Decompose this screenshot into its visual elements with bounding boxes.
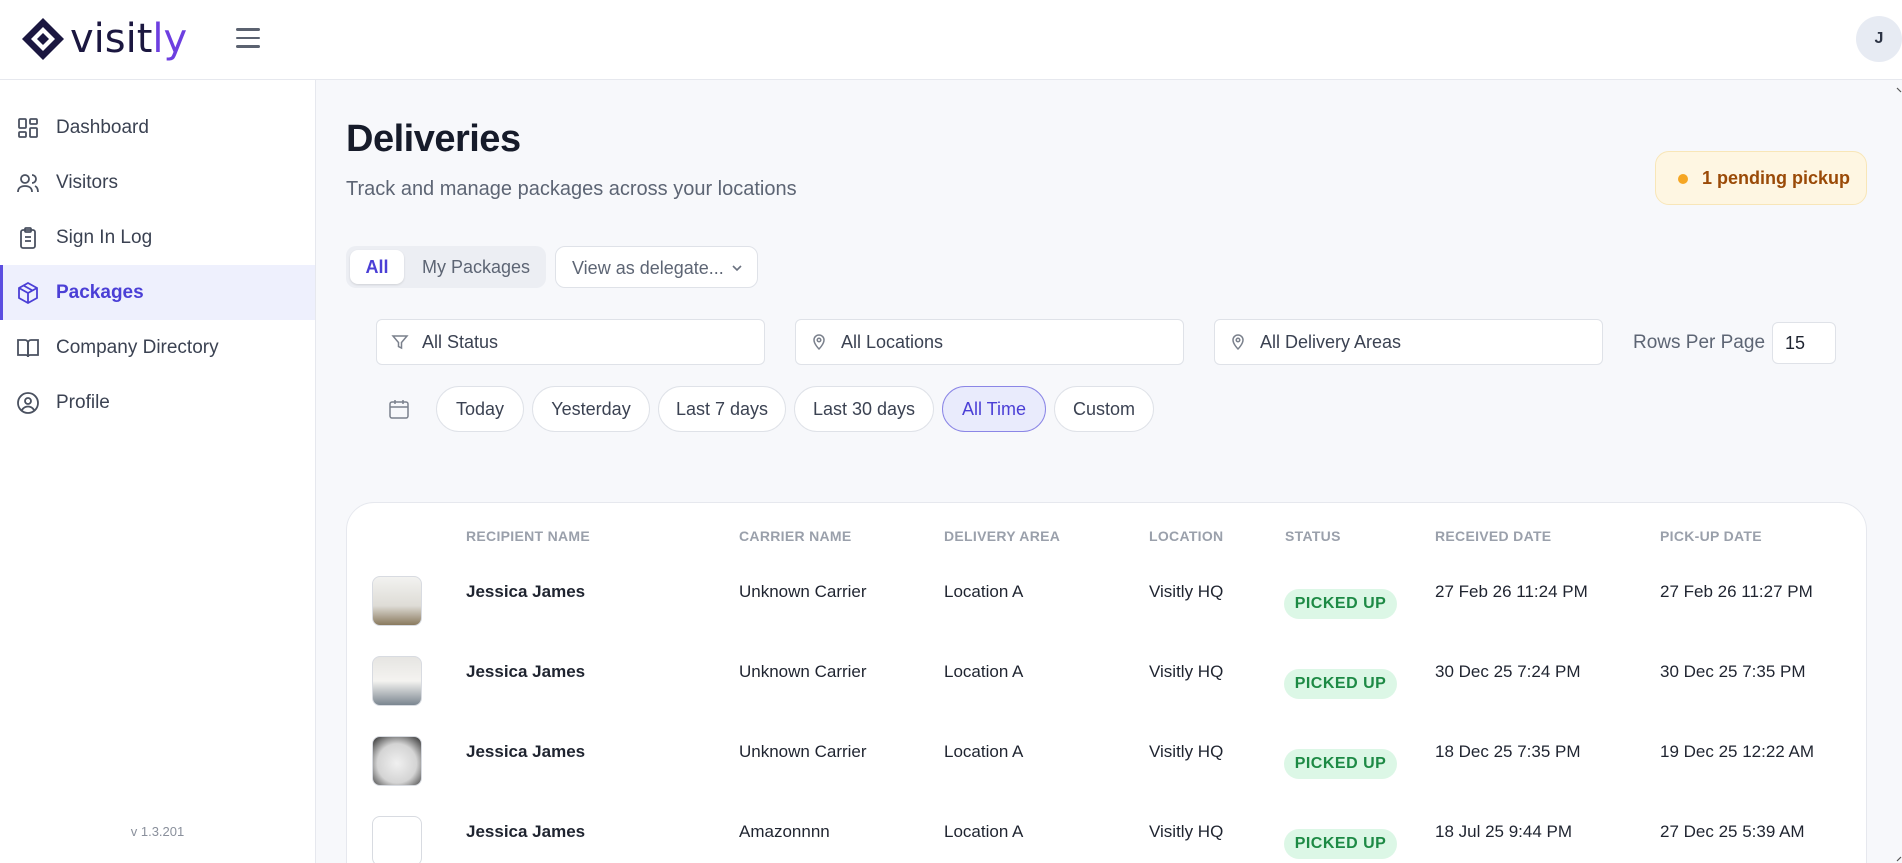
sidebar-item-label: Visitors <box>56 171 118 193</box>
sidebar-item-label: Company Directory <box>56 336 219 358</box>
page-scrollbar[interactable] <box>1896 86 1902 863</box>
page-title: Deliveries <box>346 118 521 160</box>
location-filter[interactable]: All Locations <box>795 319 1184 365</box>
sidebar-item-label: Profile <box>56 391 110 413</box>
pickup-date: 19 Dec 25 12:22 AM <box>1660 742 1815 761</box>
sidebar-item-visitors[interactable]: Visitors <box>0 155 315 210</box>
carrier-name: Unknown Carrier <box>739 662 867 681</box>
sidebar-item-company-directory[interactable]: Company Directory <box>0 320 315 375</box>
location: Visitly HQ <box>1149 582 1224 601</box>
sidebar-item-label: Sign In Log <box>56 226 153 248</box>
clipboard-icon <box>20 226 36 249</box>
rows-per-page-input[interactable] <box>1772 322 1836 364</box>
tab-my-packages[interactable]: My Packages <box>412 250 540 284</box>
carrier-name: Unknown Carrier <box>739 742 867 761</box>
status-badge: PICKED UP <box>1284 589 1397 619</box>
column-header-received-date[interactable]: RECEIVED DATE <box>1435 528 1551 544</box>
sidebar: Dashboard Visitors Sign In Log Packages … <box>0 80 316 863</box>
pickup-date: 27 Feb 26 11:27 PM <box>1660 582 1813 601</box>
status-badge: PICKED UP <box>1284 669 1397 699</box>
received-date: 30 Dec 25 7:24 PM <box>1435 662 1581 681</box>
deliveries-table <box>346 502 1867 863</box>
column-header-delivery-area[interactable]: DELIVERY AREA <box>944 528 1060 544</box>
map-pin-icon <box>1232 334 1244 351</box>
calendar-icon[interactable] <box>388 398 410 420</box>
carrier-name: Amazonnnn <box>739 822 830 841</box>
sidebar-item-label: Dashboard <box>56 116 149 138</box>
delivery-area-filter-value: All Delivery Areas <box>1260 332 1402 352</box>
visitly-logo[interactable]: visitly <box>20 16 187 62</box>
package-photo-thumbnail[interactable] <box>372 816 422 863</box>
package-photo-thumbnail[interactable] <box>372 656 422 706</box>
location: Visitly HQ <box>1149 822 1224 841</box>
recipient-name: Jessica James <box>466 582 586 601</box>
delivery-area: Location A <box>944 662 1024 681</box>
column-header-recipient[interactable]: RECIPIENT NAME <box>466 528 590 544</box>
rows-per-page-label: Rows Per Page <box>1633 332 1766 353</box>
users-icon <box>17 173 39 192</box>
received-date: 18 Jul 25 9:44 PM <box>1435 822 1573 841</box>
recipient-name: Jessica James <box>466 742 586 761</box>
sidebar-item-packages[interactable]: Packages <box>0 265 315 320</box>
date-range-custom[interactable]: Custom <box>1054 386 1154 432</box>
received-date: 27 Feb 26 11:24 PM <box>1435 582 1588 601</box>
chevron-down-icon <box>732 265 742 272</box>
visitly-logo-mark-icon <box>22 18 64 60</box>
view-toggle: All My Packages <box>346 246 546 288</box>
user-avatar[interactable]: J <box>1856 16 1902 62</box>
app-version: v 1.3.201 <box>130 824 185 839</box>
top-bar: visitly J <box>0 0 1902 80</box>
page-subtitle: Track and manage packages across your lo… <box>346 178 797 200</box>
pickup-date: 27 Dec 25 5:39 AM <box>1660 822 1805 841</box>
status-badge: PICKED UP <box>1284 829 1397 859</box>
recipient-name: Jessica James <box>466 822 586 841</box>
date-range-today[interactable]: Today <box>436 386 524 432</box>
sidebar-item-dashboard[interactable]: Dashboard <box>0 100 315 155</box>
location-filter-value: All Locations <box>841 332 944 352</box>
delivery-area: Location A <box>944 582 1024 601</box>
recipient-name: Jessica James <box>466 662 586 681</box>
date-range-all-time[interactable]: All Time <box>942 386 1046 432</box>
delivery-area-filter[interactable]: All Delivery Areas <box>1214 319 1603 365</box>
date-range-yesterday[interactable]: Yesterday <box>532 386 650 432</box>
status-filter[interactable]: All Status <box>376 319 765 365</box>
delegate-select-value: View as delegate... <box>572 258 724 278</box>
date-range-last-7-days[interactable]: Last 7 days <box>658 386 786 432</box>
user-circle-icon <box>17 391 39 414</box>
location: Visitly HQ <box>1149 662 1224 681</box>
pickup-date: 30 Dec 25 7:35 PM <box>1660 662 1806 681</box>
column-header-location[interactable]: LOCATION <box>1149 528 1223 544</box>
column-header-carrier[interactable]: CARRIER NAME <box>739 528 852 544</box>
sidebar-item-label: Packages <box>56 281 144 303</box>
logo-wordmark: visitly <box>70 16 188 62</box>
tab-all[interactable]: All <box>350 250 404 284</box>
status-filter-value: All Status <box>422 332 499 352</box>
package-icon <box>18 281 38 304</box>
book-icon <box>17 338 39 357</box>
dashboard-icon <box>18 117 38 138</box>
delegate-select[interactable]: View as delegate... <box>555 246 758 288</box>
carrier-name: Unknown Carrier <box>739 582 867 601</box>
package-photo-thumbnail[interactable] <box>372 736 422 786</box>
pending-pickup-label: 1 pending pickup <box>1702 168 1851 188</box>
hamburger-icon <box>236 28 260 31</box>
column-header-status[interactable]: STATUS <box>1285 528 1341 544</box>
location: Visitly HQ <box>1149 742 1224 761</box>
sidebar-item-profile[interactable]: Profile <box>0 375 315 430</box>
delivery-area: Location A <box>944 742 1024 761</box>
pending-dot-icon <box>1678 174 1688 184</box>
status-badge: PICKED UP <box>1284 749 1397 779</box>
received-date: 18 Dec 25 7:35 PM <box>1435 742 1581 761</box>
date-range-last-30-days[interactable]: Last 30 days <box>794 386 934 432</box>
delivery-area: Location A <box>944 822 1024 841</box>
filter-icon <box>391 335 409 350</box>
sidebar-item-sign-in-log[interactable]: Sign In Log <box>0 210 315 265</box>
map-pin-icon <box>813 334 825 351</box>
package-photo-thumbnail[interactable] <box>372 576 422 626</box>
pending-pickup-badge[interactable]: 1 pending pickup <box>1655 151 1867 205</box>
column-header-pickup-date[interactable]: PICK-UP DATE <box>1660 528 1762 544</box>
menu-toggle-button[interactable] <box>236 28 260 50</box>
